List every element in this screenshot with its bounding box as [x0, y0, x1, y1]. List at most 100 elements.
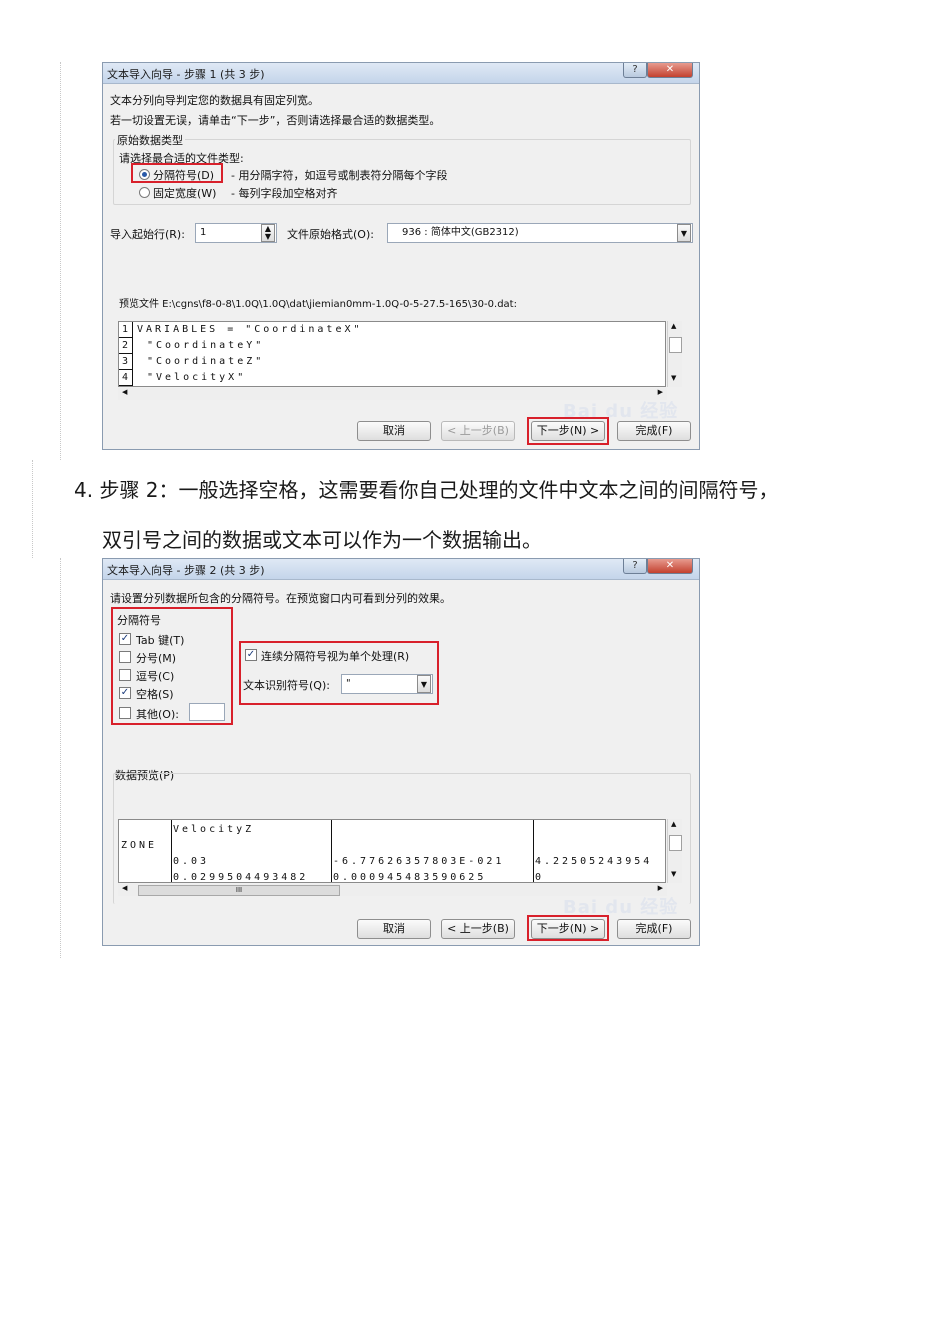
data-preview-grid[interactable]: ZONE VelocityZ 0.03 0.0299504493482 -6.776… — [118, 819, 666, 883]
description: 请设置分列数据所包含的分隔符号。在预览窗口内可看到分列的效果。 — [110, 592, 451, 605]
cancel-button[interactable]: 取消 — [357, 421, 431, 441]
checkbox-semicolon-label[interactable]: 分号(M) — [136, 650, 176, 666]
checkbox-other[interactable] — [119, 707, 131, 719]
scroll-thumb[interactable] — [669, 337, 682, 353]
scroll-thumb[interactable] — [669, 835, 682, 851]
scroll-right-icon: ▶ — [657, 388, 663, 396]
back-button[interactable]: < 上一步(B) — [441, 919, 515, 939]
step-4-line-1: 4. 步骤 2：一般选择空格，这需要看你自己处理的文件中文本之间的间隔符号， — [74, 478, 779, 502]
start-row-spinner[interactable]: ▲ ▼ — [261, 224, 275, 242]
scroll-left-icon: ◀ — [122, 884, 128, 892]
checkbox-other-label[interactable]: 其他(O): — [136, 706, 179, 722]
radio-fixed-width-label[interactable]: 固定宽度(W) — [153, 185, 216, 201]
chevron-down-icon[interactable]: ▼ — [417, 675, 431, 693]
preview-cell: 4.22505243954 — [535, 856, 653, 867]
preview-cell: 0 — [535, 872, 545, 883]
checkbox-consecutive-label[interactable]: 连续分隔符号视为单个处理(R) — [261, 648, 409, 664]
origin-format-select[interactable]: 936 : 简体中文(GB2312) — [387, 223, 693, 243]
row-text: "CoordinateY" — [147, 340, 265, 351]
file-preview-rows: 1 VARIABLES = "CoordinateX" 2 "CoordinateY"… — [119, 322, 665, 386]
back-button[interactable]: < 上一步(B) — [441, 421, 515, 441]
help-button[interactable]: ? — [623, 63, 647, 78]
scroll-right-icon: ▶ — [657, 884, 663, 892]
row-text: "CoordinateZ" — [147, 356, 265, 367]
finish-button[interactable]: 完成(F) — [617, 421, 691, 441]
chevron-down-icon[interactable]: ▼ — [677, 224, 691, 242]
scroll-up-icon: ▲ — [671, 820, 677, 828]
close-icon: ✕ — [665, 64, 675, 75]
column-divider — [331, 820, 332, 882]
checkbox-space-label[interactable]: 空格(S) — [136, 686, 174, 702]
cancel-button[interactable]: 取消 — [357, 919, 431, 939]
origin-format-label: 文件原始格式(O): — [287, 228, 374, 241]
row-number: 1 — [119, 322, 133, 338]
preview-cell — [121, 854, 157, 870]
preview-row: 1 VARIABLES = "CoordinateX" — [119, 322, 665, 338]
checkbox-space[interactable]: ✓ — [119, 687, 131, 699]
spinner-down-icon: ▼ — [264, 232, 272, 241]
text-import-dialog-step2: 文本导入向导 - 步骤 2 (共 3 步) ? ✕ 请设置分列数据所包含的分隔符… — [102, 558, 700, 946]
guide-line-bottom — [60, 558, 61, 958]
highlight-box-next — [527, 915, 609, 941]
row-number: 3 — [119, 354, 133, 370]
preview-cell — [333, 822, 504, 838]
dialog-titlebar[interactable]: 文本导入向导 - 步骤 1 (共 3 步) ? ✕ — [103, 63, 699, 84]
preview-cell — [173, 838, 308, 854]
preview-file-label: 预览文件 E:\cgns\f8-0-8\1.0Q\1.0Q\dat\jiemia… — [119, 299, 517, 310]
preview-cell — [121, 822, 157, 838]
scroll-left-icon: ◀ — [122, 388, 128, 396]
preview-row: 4 "VelocityX" — [119, 370, 665, 386]
preview-vertical-scrollbar[interactable]: ▲ ▼ — [667, 819, 682, 883]
preview-cell — [535, 838, 652, 854]
column-divider — [171, 820, 172, 882]
preview-column-2: VelocityZ 0.03 0.0299504493482 — [173, 822, 309, 883]
preview-cell: 0.0299504493482 — [173, 872, 309, 883]
radio-delimited-desc: - 用分隔字符，如逗号或制表符分隔每个字段 — [231, 169, 448, 182]
preview-row: 2 "CoordinateY" — [119, 338, 665, 354]
column-divider — [533, 820, 534, 882]
checkbox-semicolon[interactable] — [119, 651, 131, 663]
checkbox-tab[interactable]: ✓ — [119, 633, 131, 645]
checkbox-consecutive[interactable]: ✓ — [245, 649, 257, 661]
highlight-box-delimited — [131, 163, 223, 183]
start-row-label: 导入起始行(R): — [110, 228, 185, 241]
scroll-down-icon: ▼ — [671, 870, 677, 878]
preview-cell — [535, 822, 652, 838]
preview-cell — [121, 870, 157, 882]
highlight-box-next — [527, 417, 609, 445]
scroll-thumb[interactable]: III — [138, 885, 340, 896]
row-text: "VelocityX" — [147, 372, 247, 383]
step-4-line-2: 双引号之间的数据或文本可以作为一个数据输出。 — [102, 528, 542, 552]
preview-cell — [333, 838, 504, 854]
preview-vertical-scrollbar[interactable]: ▲ ▼ — [667, 321, 682, 387]
close-button[interactable]: ✕ — [647, 63, 693, 78]
check-icon: ✓ — [120, 687, 130, 698]
dialog-title: 文本导入向导 - 步骤 2 (共 3 步) — [107, 564, 265, 577]
check-icon: ✓ — [246, 649, 256, 660]
dialog-title: 文本导入向导 - 步骤 1 (共 3 步) — [107, 68, 265, 81]
preview-cell: VelocityZ — [173, 824, 255, 835]
preview-column-1: ZONE — [121, 822, 158, 882]
finish-button[interactable]: 完成(F) — [617, 919, 691, 939]
row-text: VARIABLES = "CoordinateX" — [137, 324, 363, 335]
data-type-group-label: 原始数据类型 — [115, 132, 185, 148]
description-line-1: 文本分列向导判定您的数据具有固定列宽。 — [110, 94, 319, 107]
preview-row: 3 "CoordinateZ" — [119, 354, 665, 370]
text-qualifier-label: 文本识别符号(Q): — [243, 679, 330, 692]
guide-line-top — [60, 62, 61, 460]
close-button[interactable]: ✕ — [647, 559, 693, 574]
row-number: 4 — [119, 370, 133, 386]
other-delimiter-input[interactable] — [189, 703, 225, 721]
preview-cell: ZONE — [121, 840, 158, 851]
preview-column-3: -6.77626357803E-021 0.000945483590625 — [333, 822, 504, 882]
guide-line-mid — [32, 460, 33, 558]
help-button[interactable]: ? — [623, 559, 647, 574]
file-preview-box[interactable]: 1 VARIABLES = "CoordinateX" 2 "CoordinateY"… — [118, 321, 666, 387]
dialog-titlebar[interactable]: 文本导入向导 - 步骤 2 (共 3 步) ? ✕ — [103, 559, 699, 580]
scroll-down-icon: ▼ — [671, 374, 677, 382]
scroll-up-icon: ▲ — [671, 322, 677, 330]
radio-fixed-width[interactable] — [139, 187, 150, 198]
checkbox-tab-label[interactable]: Tab 键(T) — [136, 632, 184, 648]
checkbox-comma[interactable] — [119, 669, 131, 681]
checkbox-comma-label[interactable]: 逗号(C) — [136, 668, 174, 684]
